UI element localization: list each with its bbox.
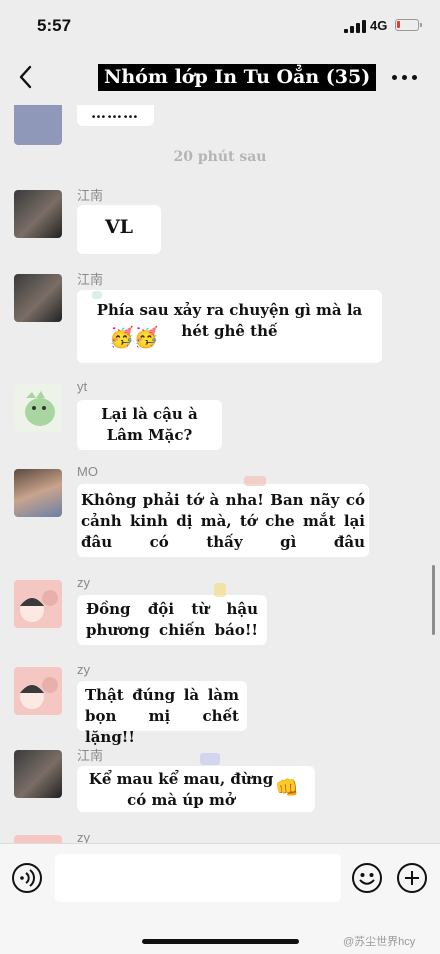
plus-icon[interactable] (396, 862, 428, 894)
avatar[interactable] (14, 667, 62, 715)
sender-name: zy (77, 662, 90, 677)
emoji-icon[interactable] (351, 862, 383, 894)
message-text: Lại là cậu à Lâm Mặc? (101, 405, 198, 444)
sender-name: zy (77, 830, 90, 843)
input-bar: @苏尘世界hcy (0, 843, 440, 954)
message-bubble[interactable]: Thật đúng là làm bọn mị chết lặng!! (77, 681, 247, 746)
message-bubble[interactable]: ……… (77, 105, 154, 126)
message-text: VL (104, 216, 134, 238)
voice-icon[interactable] (11, 862, 43, 894)
time-separator: 20 phút sau (173, 149, 267, 165)
scrollbar[interactable] (432, 565, 435, 635)
message-list[interactable]: ……… 20 phút sau 江南 VL 江南 Phía sau xảy ra… (0, 105, 440, 843)
status-bar: 5:57 4G (0, 0, 440, 50)
watermark: @苏尘世界hcy (343, 936, 416, 948)
message-bubble[interactable]: VL (77, 205, 161, 254)
signal-icon (344, 20, 366, 33)
clock: 5:57 (37, 16, 72, 35)
message-text: Thật đúng là làm bọn mị chết lặng!! (85, 686, 239, 746)
navigation-bar: Nhóm lớp In Tu Oẳn (35) (0, 50, 440, 105)
avatar[interactable] (14, 835, 62, 843)
message-text: Kể mau kể mau, đừng có mà úp mở (88, 770, 274, 809)
chevron-left-icon[interactable] (14, 62, 38, 92)
sender-name: 江南 (77, 188, 104, 203)
message-bubble[interactable]: Lại là cậu à Lâm Mặc? (77, 400, 222, 450)
more-dots-icon[interactable] (392, 75, 418, 81)
party-emoji: 🥳🥳 (109, 327, 159, 349)
message-input[interactable] (55, 854, 341, 902)
sender-name: zy (77, 575, 90, 590)
sender-name: 江南 (77, 272, 104, 287)
home-indicator[interactable] (142, 939, 299, 944)
chat-title: Nhóm lớp In Tu Oẳn (35) (98, 64, 377, 91)
avatar[interactable] (14, 274, 62, 322)
message-text: ……… (91, 105, 139, 122)
message-bubble[interactable]: Đồng đội từ hậu phương chiến báo!! (77, 595, 267, 645)
fist-emoji: 👊 (275, 778, 299, 799)
avatar[interactable] (14, 190, 62, 238)
message-bubble[interactable]: Không phải tớ à nha! Ban nãy có cảnh kin… (77, 484, 369, 557)
message-text: Đồng đội từ hậu phương chiến báo!! (86, 600, 258, 639)
avatar[interactable] (14, 580, 62, 628)
network-type: 4G (370, 18, 388, 33)
sender-name: 江南 (77, 748, 104, 763)
avatar[interactable] (14, 750, 62, 798)
avatar[interactable] (14, 384, 62, 432)
sender-name: yt (77, 379, 88, 394)
message-text: Không phải tớ à nha! Ban nãy có cảnh kin… (81, 491, 365, 551)
avatar[interactable] (14, 469, 62, 517)
battery-icon (395, 19, 422, 31)
avatar[interactable] (14, 105, 62, 145)
sender-name: MO (77, 464, 98, 479)
